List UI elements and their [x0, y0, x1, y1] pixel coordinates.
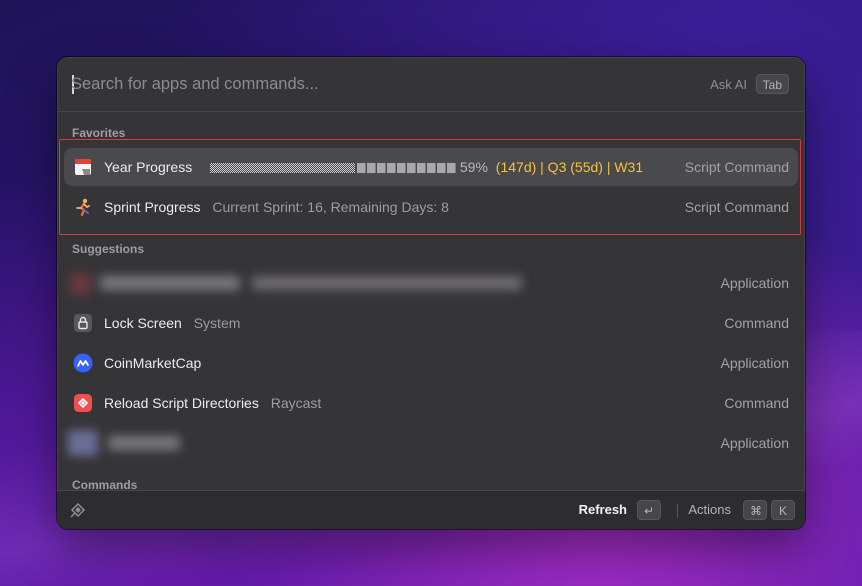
- runner-icon: [73, 197, 93, 217]
- list-item-reload-script-directories[interactable]: Reload Script Directories Raycast Comman…: [64, 384, 798, 422]
- progress-empty-cell: [406, 163, 416, 174]
- lock-screen-subtitle: System: [193, 315, 241, 331]
- list-item-sprint-progress[interactable]: Sprint Progress Current Sprint: 16, Rema…: [64, 188, 798, 226]
- lock-icon: [73, 313, 93, 333]
- progress-empty-cell: [426, 163, 436, 174]
- item-type-label: Script Command: [684, 159, 789, 175]
- k-key-hint: K: [771, 500, 795, 520]
- section-suggestions: Suggestions: [72, 242, 145, 256]
- item-type-label: Application: [720, 435, 790, 451]
- progress-empty-cell: [436, 163, 446, 174]
- item-type-label: Command: [724, 315, 789, 331]
- item-type-label: Application: [720, 275, 790, 291]
- search-bar: Ask AI Tab: [57, 57, 805, 112]
- redacted-text: [252, 276, 522, 290]
- coinmarketcap-icon: [73, 353, 93, 373]
- refresh-button[interactable]: Refresh: [579, 502, 627, 517]
- enter-key-hint: ↵: [637, 500, 661, 520]
- calendar-icon: [73, 157, 93, 177]
- redacted-text: [108, 436, 180, 450]
- raycast-logo-icon: [69, 501, 87, 519]
- progress-empty-cell: [396, 163, 406, 174]
- progress-empty-cell: [376, 163, 386, 174]
- redacted-app-icon: [68, 430, 98, 456]
- year-progress-bar: [209, 163, 456, 174]
- item-type-label: Application: [720, 355, 790, 371]
- tab-key-hint: Tab: [755, 74, 789, 94]
- list-item-coinmarketcap[interactable]: CoinMarketCap Application: [64, 344, 798, 382]
- footer-divider: [677, 504, 678, 518]
- progress-empty-cell: [386, 163, 396, 174]
- sprint-progress-title: Sprint Progress Current Sprint: 16, Rema…: [104, 199, 449, 215]
- lock-screen-title: Lock Screen System: [104, 315, 241, 331]
- reload-script-directories-title: Reload Script Directories Raycast: [104, 395, 322, 411]
- section-favorites: Favorites: [72, 126, 126, 140]
- action-bar: Refresh ↵ Actions ⌘ K: [57, 490, 805, 529]
- command-key-hint: ⌘: [743, 500, 767, 520]
- raycast-window: Ask AI Tab Favorites Year Progress: [57, 57, 805, 529]
- coinmarketcap-title: CoinMarketCap: [104, 355, 202, 371]
- progress-empty-cell: [416, 163, 426, 174]
- progress-empty-cell: [366, 163, 376, 174]
- progress-empty-cell: [446, 163, 456, 174]
- year-progress-detail: (147d) | Q3 (55d) | W31: [495, 159, 644, 175]
- redacted-text: [100, 276, 240, 290]
- item-type-label: Command: [724, 395, 789, 411]
- redacted-app-icon: [70, 274, 92, 294]
- list-item-lock-screen[interactable]: Lock Screen System Command: [64, 304, 798, 342]
- raycast-icon: [73, 393, 93, 413]
- item-type-label: Script Command: [684, 199, 789, 215]
- list-item-redacted-app[interactable]: Application: [64, 264, 798, 302]
- list-item-year-progress[interactable]: Year Progress 59% (147d) | Q3 (55d) | W3…: [64, 148, 798, 186]
- ask-ai-label[interactable]: Ask AI: [710, 77, 747, 92]
- sprint-progress-subtitle: Current Sprint: 16, Remaining Days: 8: [212, 199, 449, 215]
- search-input[interactable]: [71, 72, 671, 96]
- progress-empty-cell: [356, 163, 366, 174]
- reload-script-directories-subtitle: Raycast: [270, 395, 322, 411]
- actions-button[interactable]: Actions: [688, 502, 731, 517]
- list-item-redacted-app[interactable]: Application: [64, 424, 798, 462]
- year-progress-percent: 59%: [459, 159, 488, 175]
- year-progress-title: Year Progress 59% (147d) | Q3 (55d) | W3…: [104, 159, 644, 175]
